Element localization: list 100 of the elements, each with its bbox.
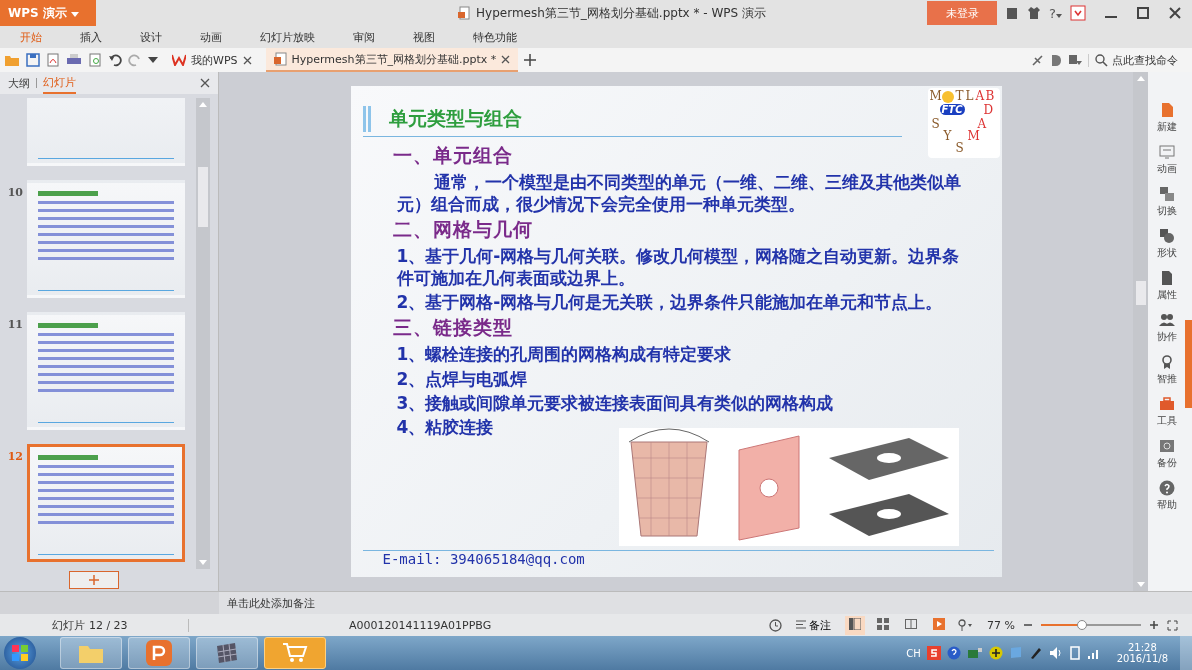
slide-title: 单元类型与组合 xyxy=(388,106,522,131)
maximize-icon[interactable] xyxy=(1136,6,1150,20)
slide-number: 12 xyxy=(6,449,23,463)
sidebar-button[interactable]: 智推 xyxy=(1156,354,1177,386)
taskbar-app[interactable] xyxy=(264,637,326,669)
tab-label: 我的WPS xyxy=(191,52,238,68)
brush-icon[interactable] xyxy=(1031,53,1044,67)
shirt-icon[interactable] xyxy=(1027,6,1042,20)
menu-tab[interactable]: 动画 xyxy=(188,27,234,47)
add-slide-button[interactable] xyxy=(69,571,119,589)
logo-letter: D xyxy=(983,104,994,116)
caret-icon xyxy=(1056,13,1062,18)
template-name: A000120141119A01PPBG xyxy=(188,618,492,632)
logo-letter: Y xyxy=(943,130,952,142)
logo-letter: B xyxy=(985,90,995,102)
view-button[interactable] xyxy=(845,615,866,635)
scroll-thumb[interactable] xyxy=(198,167,208,227)
scrollbar[interactable] xyxy=(1133,72,1148,591)
sidebar-button[interactable]: 切换 xyxy=(1156,186,1177,218)
zoom-percent: 77 % xyxy=(987,618,1015,632)
menu-tab[interactable]: 幻灯片放映 xyxy=(248,27,327,47)
folder-icon[interactable] xyxy=(4,53,20,67)
logo-letter: M xyxy=(929,90,942,102)
scrollbar[interactable] xyxy=(196,98,210,569)
presentation-app-icon xyxy=(146,640,172,666)
download-icon[interactable] xyxy=(1070,5,1086,21)
signal-icon[interactable] xyxy=(1086,647,1101,659)
speaker-icon[interactable] xyxy=(1048,646,1063,660)
menu-tab[interactable]: 视图 xyxy=(401,27,447,47)
section-heading: 一、单元组合 xyxy=(392,143,513,168)
notes-field[interactable]: 单击此处添加备注 xyxy=(219,592,1192,614)
section-heading: 三、链接类型 xyxy=(392,315,513,341)
redo-icon[interactable] xyxy=(128,53,142,67)
add-tab-icon[interactable] xyxy=(524,54,537,66)
undo-icon[interactable] xyxy=(108,53,122,67)
people-icon xyxy=(1158,312,1175,328)
plus-circle-icon[interactable] xyxy=(988,646,1003,660)
menu-tab[interactable]: 特色功能 xyxy=(461,27,529,47)
transition-icon xyxy=(1158,186,1175,202)
tab-label: Hypermesh第三节_网格划分基础.pptx * xyxy=(291,51,497,67)
zoom-in-icon[interactable] xyxy=(1149,620,1159,630)
sidebar-button[interactable]: 形状 xyxy=(1156,228,1177,260)
slide-thumbnail[interactable] xyxy=(27,444,185,562)
network-icon[interactable] xyxy=(966,646,983,660)
close-icon[interactable] xyxy=(501,54,511,64)
slide-paragraph: 1、基于几何-网格与几何关联。修改几何模型，网格随之自动更新。边界条件可施加在几何表面或边界上。 xyxy=(395,245,961,290)
sidebar-button[interactable]: 协作 xyxy=(1156,312,1177,344)
help-button[interactable]: ? xyxy=(1049,5,1062,21)
wps-logo-icon xyxy=(172,54,186,66)
menu-tab[interactable]: 设计 xyxy=(128,27,174,47)
pdf-icon[interactable] xyxy=(46,53,60,67)
slide-paragraph: 2、基于网格-网格与几何是无关联，边界条件只能施加在单元和节点上。 xyxy=(395,291,944,314)
pen-icon[interactable] xyxy=(1028,646,1043,660)
start-button[interactable] xyxy=(4,637,36,669)
letter-d-icon[interactable] xyxy=(1050,53,1062,67)
close-icon[interactable] xyxy=(242,55,252,65)
sidebar-button[interactable]: 动画 xyxy=(1156,144,1177,176)
notes-button[interactable]: 备注 xyxy=(789,616,838,634)
help-icon[interactable] xyxy=(946,646,961,660)
caret-icon xyxy=(71,11,80,17)
preview-icon[interactable] xyxy=(88,53,102,67)
logo-letter: L xyxy=(965,90,974,102)
close-icon[interactable] xyxy=(1168,6,1182,20)
sidebar-button[interactable]: 工具 xyxy=(1156,396,1177,428)
logo-letter: S xyxy=(931,118,940,130)
scroll-thumb[interactable] xyxy=(1135,281,1146,305)
document-icon xyxy=(457,6,472,20)
flag-icon[interactable] xyxy=(1068,53,1082,67)
presentation-file-icon xyxy=(273,52,287,66)
slide-number: 10 xyxy=(6,185,23,199)
slide-thumbnail[interactable] xyxy=(27,180,185,298)
sidebar-button[interactable]: 备份 xyxy=(1156,438,1177,470)
history-icon[interactable] xyxy=(768,618,782,632)
save-icon[interactable] xyxy=(26,53,40,67)
document-tab[interactable]: 我的WPS xyxy=(164,48,260,72)
print-icon[interactable] xyxy=(66,53,82,67)
logo-letter: T xyxy=(955,90,964,102)
menu-tab[interactable]: 插入 xyxy=(68,27,114,47)
search-icon xyxy=(1095,53,1108,67)
fit-window-icon[interactable] xyxy=(1167,619,1178,631)
toolbox-icon xyxy=(1158,396,1175,412)
menu-tab[interactable]: 审阅 xyxy=(341,27,387,47)
panel-tab[interactable]: 大纲 xyxy=(8,73,30,93)
device-icon[interactable] xyxy=(1068,646,1081,660)
search-field[interactable]: 点此查找命令 xyxy=(1088,53,1186,67)
ime-icon[interactable] xyxy=(926,646,941,660)
sidebar-button[interactable]: 新建 xyxy=(1156,102,1177,134)
mesh-app-icon xyxy=(215,642,239,664)
sun-icon xyxy=(941,91,954,103)
sidebar-button[interactable]: 属性 xyxy=(1156,270,1177,302)
skin-icon[interactable] xyxy=(1005,6,1020,20)
dropdown-caret-icon[interactable] xyxy=(148,56,158,64)
slide-thumbnail[interactable] xyxy=(27,312,185,430)
sidebar-button[interactable]: 帮助 xyxy=(1156,480,1177,512)
pin-icon[interactable] xyxy=(957,618,974,632)
logo-badge: FTC xyxy=(939,104,965,115)
document-tab[interactable]: Hypermesh第三节_网格划分基础.pptx * xyxy=(265,48,519,72)
slide-counter: 幻灯片 12 / 23 xyxy=(51,617,129,633)
cart-icon xyxy=(282,642,308,664)
close-icon[interactable] xyxy=(200,78,210,88)
